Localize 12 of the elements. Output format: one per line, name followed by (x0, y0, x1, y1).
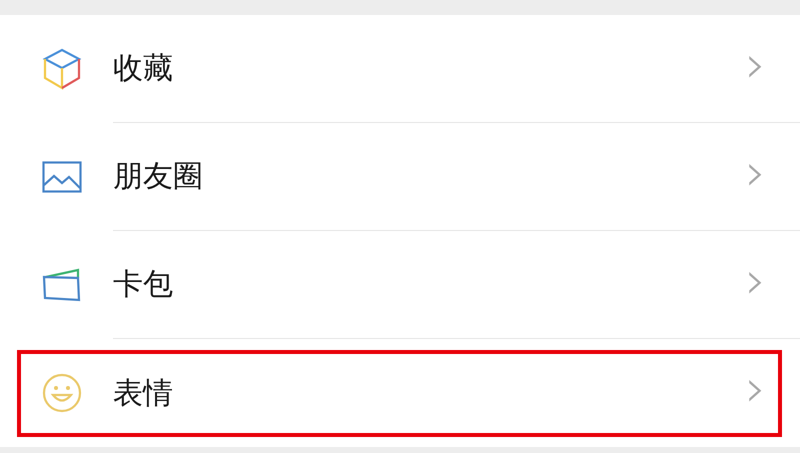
image-icon (42, 161, 82, 193)
chevron-icon: › (745, 38, 766, 98)
cube-icon (42, 48, 82, 90)
chevron-icon: › (745, 363, 766, 423)
menu-item-label[interactable]: 表情 (113, 372, 173, 414)
chevron-icon: › (745, 146, 766, 206)
menu-item-label[interactable]: 卡包 (113, 264, 173, 305)
smiley-icon (42, 373, 82, 413)
menu-item-label[interactable]: 朋友圈 (113, 156, 203, 197)
menu-item-label[interactable]: 收藏 (113, 48, 173, 89)
wallet-icon (42, 268, 82, 302)
chevron-icon: › (745, 254, 766, 314)
